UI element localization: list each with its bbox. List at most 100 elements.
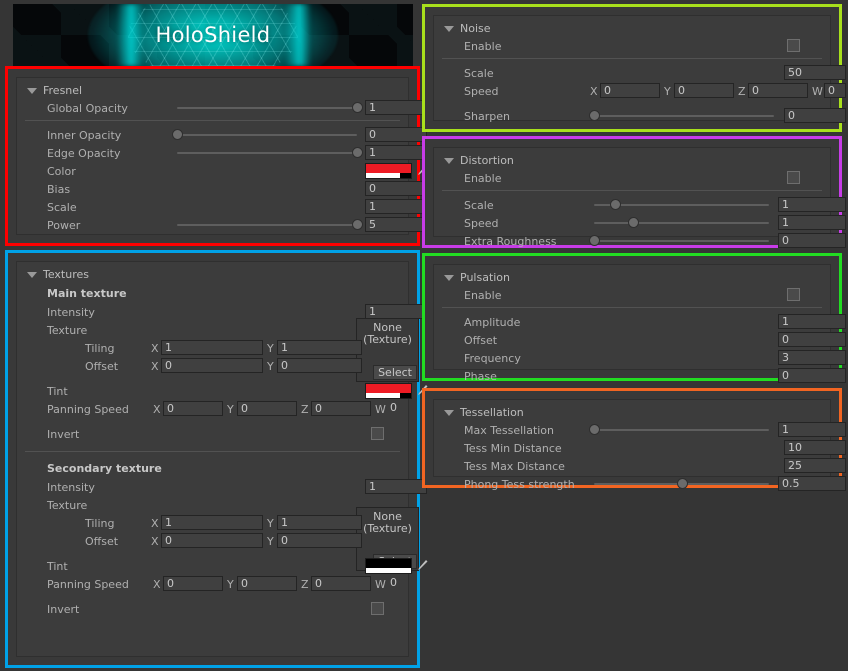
- row-global-opacity: Global Opacity 1: [25, 99, 427, 117]
- main-tint-swatch[interactable]: [365, 383, 412, 399]
- row-tess-max-distance: Tess Max Distance 25: [442, 457, 846, 475]
- group-distortion: Distortion Enable Scale 1 Speed 1 Extra …: [422, 136, 846, 250]
- main-tiling-label: Tiling: [85, 341, 115, 355]
- tess-min-distance-field[interactable]: 10: [784, 440, 846, 455]
- noise-scale-field[interactable]: 50: [784, 65, 846, 80]
- noise-panel: Noise Enable Scale 50 Speed X 0 Y 0 Z 0 …: [433, 15, 846, 123]
- max-tessellation-slider[interactable]: [589, 423, 769, 437]
- power-label: Power: [47, 218, 81, 232]
- row-max-tessellation: Max Tessellation 1: [442, 421, 846, 439]
- distortion-scale-label: Scale: [464, 198, 494, 212]
- noise-speed-z-field[interactable]: 0: [748, 83, 808, 98]
- phong-tess-strength-field[interactable]: 0.5: [778, 476, 846, 491]
- secondary-panning-w-field[interactable]: 0: [387, 576, 427, 591]
- row-secondary-invert: Invert: [25, 600, 400, 618]
- main-intensity-field[interactable]: 1: [365, 304, 427, 319]
- tess-min-distance-label: Tess Min Distance: [464, 441, 562, 455]
- main-tiling-x-label: X: [151, 341, 159, 355]
- noise-foldout[interactable]: Noise: [442, 20, 822, 37]
- pulsation-phase-field[interactable]: 0: [778, 368, 846, 383]
- distortion-enable-checkbox[interactable]: [787, 171, 800, 184]
- secondary-invert-checkbox[interactable]: [371, 602, 384, 615]
- secondary-intensity-field[interactable]: 1: [365, 479, 427, 494]
- pulsation-enable-checkbox[interactable]: [787, 288, 800, 301]
- secondary-tint-swatch[interactable]: [365, 558, 412, 574]
- main-tiling-y-field[interactable]: 1: [277, 340, 362, 355]
- secondary-panning-z-field[interactable]: 0: [311, 576, 371, 591]
- edge-opacity-slider[interactable]: [177, 146, 363, 160]
- tess-max-distance-field[interactable]: 25: [784, 458, 846, 473]
- main-texture-heading-row: Main texture: [25, 283, 400, 303]
- pulsation-offset-label: Offset: [464, 333, 498, 347]
- row-pulsation-offset: Offset 0: [442, 331, 846, 349]
- distortion-extra-roughness-slider[interactable]: [589, 234, 769, 248]
- row-distortion-extra-roughness: Extra Roughness 0: [442, 232, 846, 250]
- main-panning-z-field[interactable]: 0: [311, 401, 371, 416]
- row-secondary-offset: Offset X 0 Y 0: [25, 532, 400, 550]
- secondary-panning-x-field[interactable]: 0: [163, 576, 223, 591]
- secondary-tiling-y-field[interactable]: 1: [277, 515, 362, 530]
- inner-opacity-slider[interactable]: [172, 128, 357, 142]
- row-noise-scale: Scale 50: [442, 64, 846, 82]
- main-offset-y-field[interactable]: 0: [277, 358, 362, 373]
- power-slider[interactable]: [177, 218, 363, 232]
- fresnel-scale-label: Scale: [47, 200, 77, 214]
- distortion-scale-slider[interactable]: [594, 198, 769, 212]
- pulsation-frequency-field[interactable]: 3: [778, 350, 846, 365]
- bias-field[interactable]: 0: [365, 181, 427, 196]
- noise-sharpen-slider[interactable]: [589, 109, 774, 123]
- row-tess-min-distance: Tess Min Distance 10: [442, 439, 846, 457]
- secondary-tiling-x-field[interactable]: 1: [161, 515, 263, 530]
- secondary-offset-x-field[interactable]: 0: [161, 533, 263, 548]
- main-tiling-x-field[interactable]: 1: [161, 340, 263, 355]
- main-panning-x-field[interactable]: 0: [163, 401, 223, 416]
- distortion-foldout[interactable]: Distortion: [442, 152, 822, 169]
- noise-sharpen-field[interactable]: 0: [784, 108, 846, 123]
- group-textures: Textures Main texture Intensity 1 Textur…: [5, 250, 428, 668]
- fresnel-panel: Fresnel Global Opacity 1 Inner Opacity 0: [16, 77, 428, 235]
- power-field[interactable]: 5: [365, 217, 427, 232]
- phong-tess-strength-slider[interactable]: [594, 477, 769, 491]
- secondary-offset-y-field[interactable]: 0: [277, 533, 362, 548]
- main-offset-x-field[interactable]: 0: [161, 358, 263, 373]
- secondary-panning-x-label: X: [153, 577, 161, 591]
- noise-speed-x-field[interactable]: 0: [600, 83, 660, 98]
- inner-opacity-field[interactable]: 0: [365, 127, 427, 142]
- global-opacity-slider[interactable]: [177, 101, 363, 115]
- eyedropper-icon[interactable]: [415, 558, 429, 574]
- row-noise-speed: Speed X 0 Y 0 Z 0 W 0: [442, 82, 846, 100]
- main-invert-checkbox[interactable]: [371, 427, 384, 440]
- secondary-tiling-label: Tiling: [85, 516, 115, 530]
- secondary-texture-label: Texture: [47, 498, 88, 512]
- pulsation-foldout[interactable]: Pulsation: [442, 269, 822, 286]
- pulsation-frequency-label: Frequency: [464, 351, 521, 365]
- main-panning-y-field[interactable]: 0: [237, 401, 297, 416]
- pulsation-amplitude-field[interactable]: 1: [778, 314, 846, 329]
- main-offset-x-label: X: [151, 359, 159, 373]
- noise-enable-checkbox[interactable]: [787, 39, 800, 52]
- tessellation-foldout[interactable]: Tessellation: [442, 404, 822, 421]
- distortion-scale-field[interactable]: 1: [778, 197, 846, 212]
- bias-label: Bias: [47, 182, 71, 196]
- distortion-extra-roughness-field[interactable]: 0: [778, 233, 846, 248]
- pulsation-enable-label: Enable: [464, 288, 502, 302]
- edge-opacity-field[interactable]: 1: [365, 145, 427, 160]
- main-panning-w-field[interactable]: 0: [387, 401, 427, 416]
- distortion-speed-field[interactable]: 1: [778, 215, 846, 230]
- max-tessellation-label: Max Tessellation: [464, 423, 555, 437]
- textures-foldout[interactable]: Textures: [25, 266, 400, 283]
- pulsation-offset-field[interactable]: 0: [778, 332, 846, 347]
- secondary-panning-y-field[interactable]: 0: [237, 576, 297, 591]
- max-tessellation-field[interactable]: 1: [778, 422, 846, 437]
- row-secondary-intensity: Intensity 1: [25, 478, 427, 496]
- fresnel-scale-field[interactable]: 1: [365, 199, 427, 214]
- main-offset-label: Offset: [85, 359, 119, 373]
- distortion-speed-slider[interactable]: [594, 216, 769, 230]
- triangle-down-icon: [444, 274, 454, 281]
- fresnel-color-swatch[interactable]: [365, 163, 412, 179]
- global-opacity-field[interactable]: 1: [365, 100, 427, 115]
- noise-title: Noise: [460, 22, 491, 35]
- fresnel-foldout[interactable]: Fresnel: [25, 82, 400, 99]
- noise-speed-w-field[interactable]: 0: [824, 83, 846, 98]
- noise-speed-y-field[interactable]: 0: [674, 83, 734, 98]
